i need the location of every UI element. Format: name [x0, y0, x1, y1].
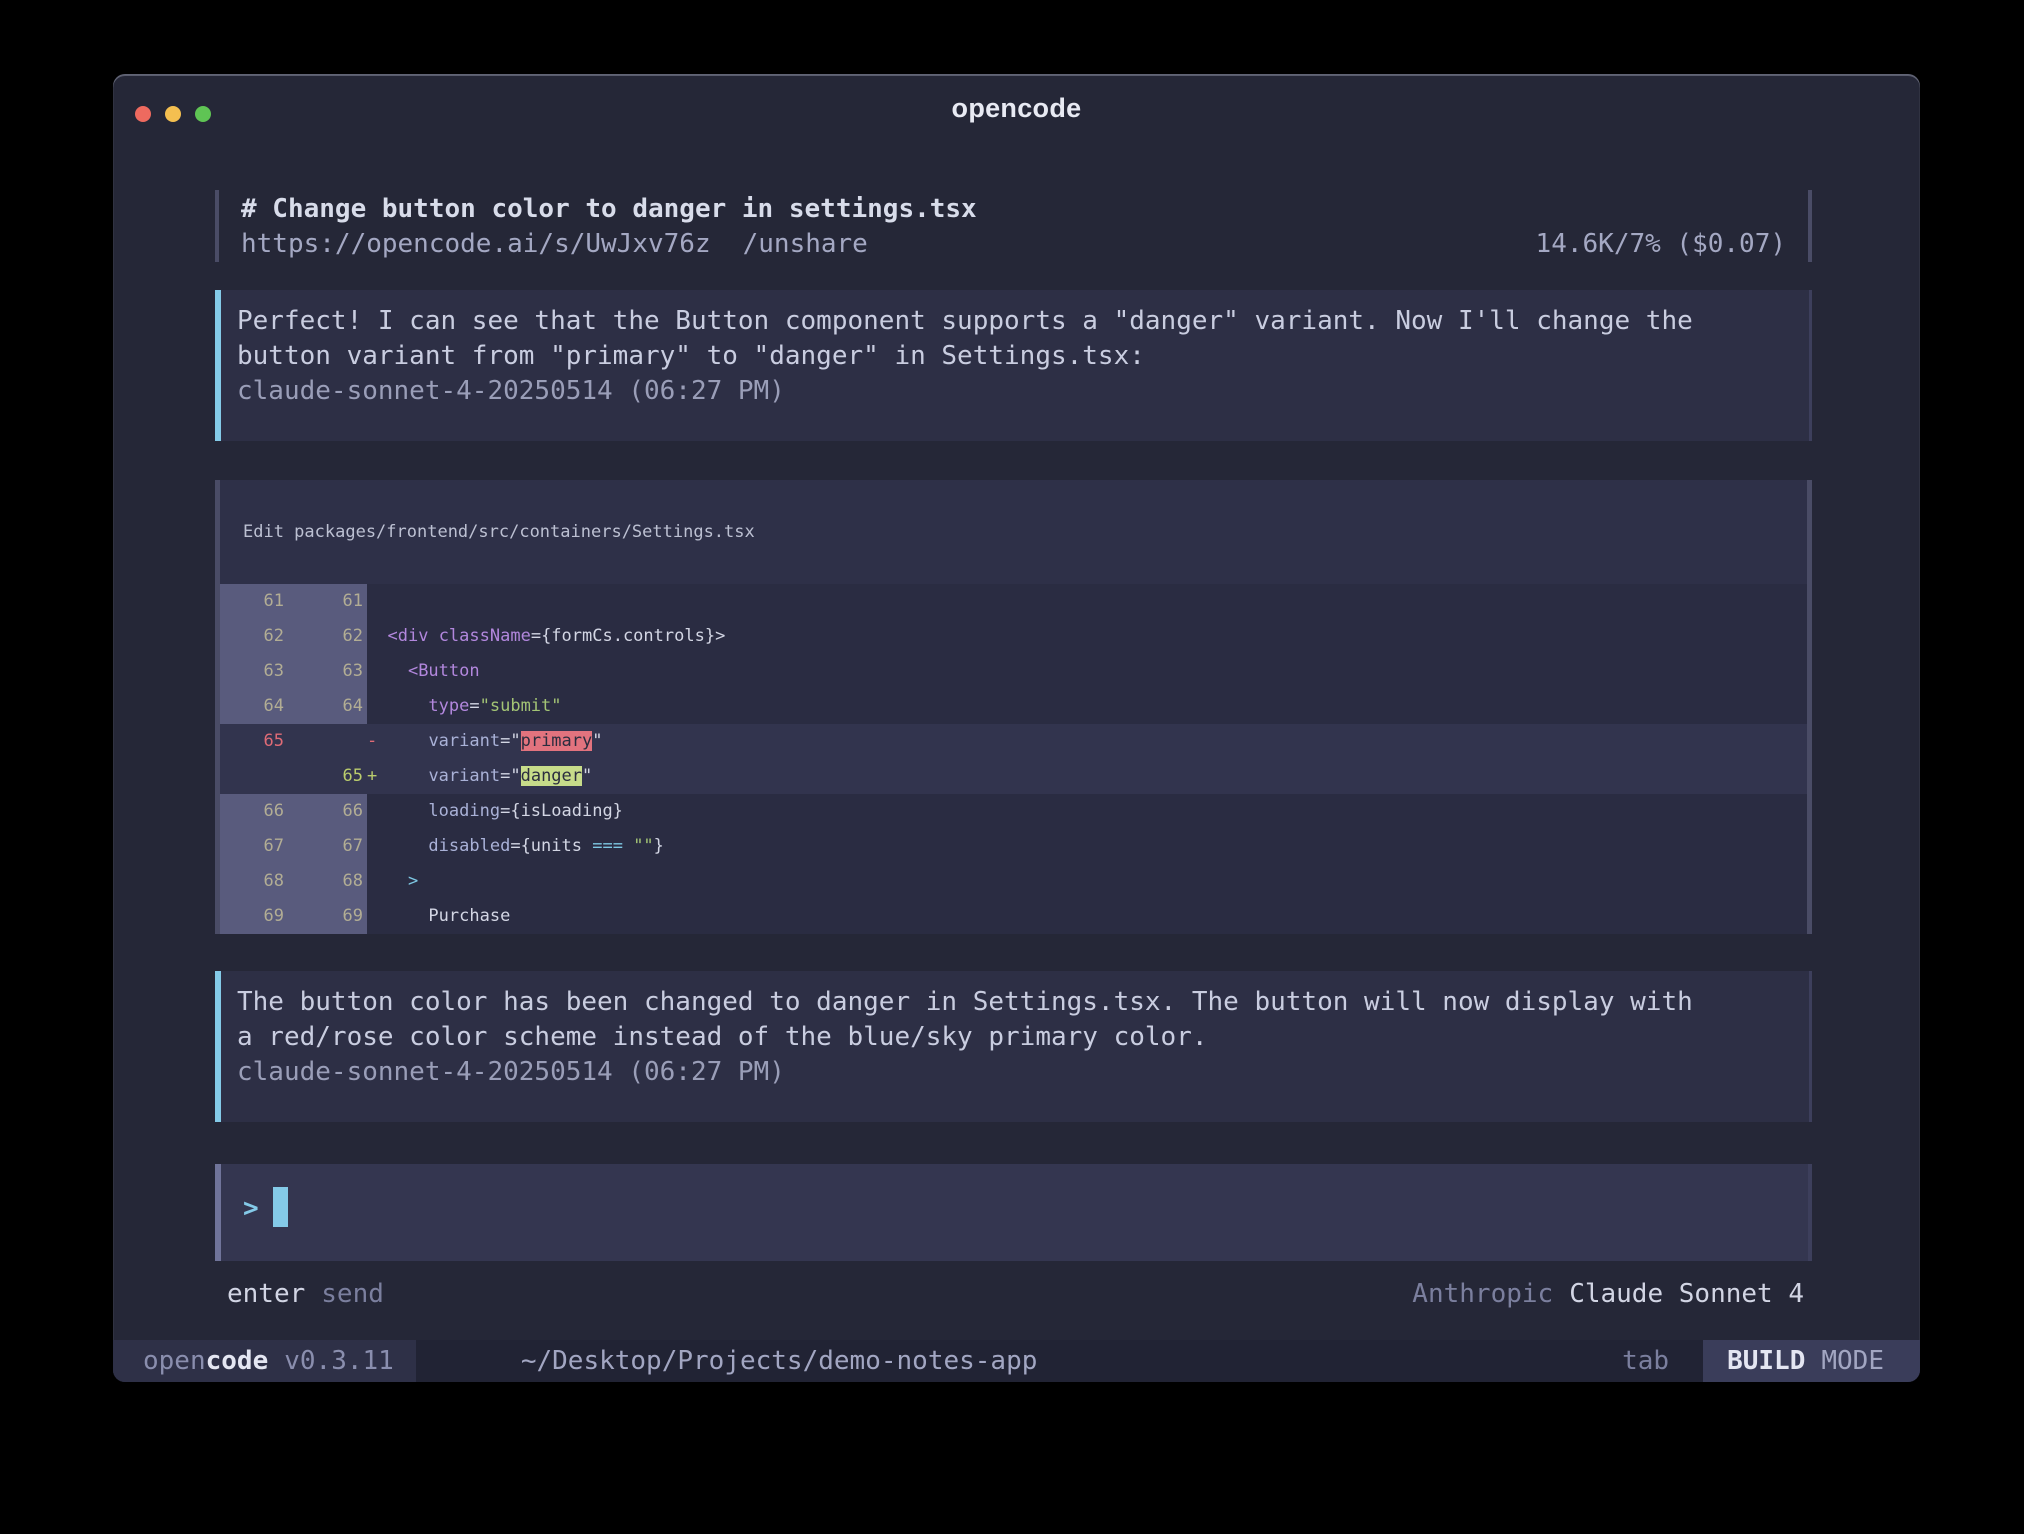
message-text: Perfect! I can see that the Button compo… — [237, 304, 1789, 374]
session-share-url[interactable]: https://opencode.ai/s/UwJxv76z — [241, 229, 711, 259]
text-cursor — [273, 1187, 288, 1227]
line-number-old: 65 — [220, 724, 292, 759]
line-number-old: 61 — [220, 584, 292, 619]
line-number-old: 66 — [220, 794, 292, 829]
close-button[interactable] — [135, 106, 151, 122]
line-number-old: 68 — [220, 864, 292, 899]
diff-card: Edit packages/frontend/src/containers/Se… — [215, 480, 1812, 934]
model-hint: Anthropic Claude Sonnet 4 — [1412, 1279, 1804, 1309]
line-number-old: 62 — [220, 619, 292, 654]
line-number-old: 69 — [220, 899, 292, 934]
code-line: type="submit" — [367, 689, 1807, 724]
line-number-new: 61 — [292, 584, 367, 619]
message-text: The button color has been changed to dan… — [237, 985, 1789, 1055]
zoom-button[interactable] — [195, 106, 211, 122]
diff-row: 6464 type="submit" — [220, 689, 1807, 724]
app-name-open: open — [143, 1346, 206, 1376]
diff-title: Edit packages/frontend/src/containers/Se… — [220, 480, 1807, 584]
prompt-input[interactable]: > — [215, 1164, 1812, 1261]
line-number-new: 68 — [292, 864, 367, 899]
line-number-old: 64 — [220, 689, 292, 724]
unshare-command: /unshare — [743, 229, 868, 259]
line-number-old: 67 — [220, 829, 292, 864]
enter-hint: enter send — [227, 1279, 384, 1309]
status-bar: opencode v0.3.11 ~/Desktop/Projects/demo-… — [113, 1340, 1920, 1382]
context-stats: 14.6K/7% ($0.07) — [1536, 227, 1786, 261]
line-number-new: 67 — [292, 829, 367, 864]
assistant-message-2: The button color has been changed to dan… — [215, 971, 1812, 1122]
diff-row: 6767 disabled={units === ""} — [220, 829, 1807, 864]
tab-key-hint[interactable]: tab — [1622, 1346, 1669, 1376]
line-number-new: 66 — [292, 794, 367, 829]
diff-row: 6868 > — [220, 864, 1807, 899]
mode-badge: BUILD MODE — [1703, 1340, 1920, 1382]
line-number-new: 63 — [292, 654, 367, 689]
line-number-new: 64 — [292, 689, 367, 724]
line-number-old — [220, 759, 292, 794]
code-line — [367, 584, 1807, 619]
footer-hints: enter send Anthropic Claude Sonnet 4 — [215, 1279, 1812, 1309]
app-version: v0.3.11 — [284, 1346, 394, 1376]
message-meta: claude-sonnet-4-20250514 (06:27 PM) — [237, 1055, 1789, 1090]
prompt-symbol: > — [243, 1194, 259, 1224]
code-line: Purchase — [367, 899, 1807, 934]
enter-key-label: enter — [227, 1279, 305, 1309]
code-line: - variant="primary" — [367, 724, 1807, 759]
window-titlebar: opencode — [113, 74, 1920, 142]
line-number-new: 65 — [292, 759, 367, 794]
diff-row: 65 - variant="primary" — [220, 724, 1807, 759]
diff-row: 6666 loading={isLoading} — [220, 794, 1807, 829]
code-line: + variant="danger" — [367, 759, 1807, 794]
app-window: opencode # Change button color to danger… — [113, 74, 1920, 1382]
code-line: <div className={formCs.controls}> — [367, 619, 1807, 654]
line-number-old: 63 — [220, 654, 292, 689]
line-number-new: 62 — [292, 619, 367, 654]
line-number-new: 69 — [292, 899, 367, 934]
provider-label: Anthropic — [1412, 1279, 1553, 1309]
line-number-new — [292, 724, 367, 759]
send-label: send — [321, 1279, 384, 1309]
diff-row: 6969 Purchase — [220, 899, 1807, 934]
build-label: BUILD — [1727, 1346, 1805, 1376]
diff-row: 65+ variant="danger" — [220, 759, 1807, 794]
working-directory: ~/Desktop/Projects/demo-notes-app — [521, 1346, 1038, 1376]
model-label: Claude Sonnet 4 — [1569, 1279, 1804, 1309]
code-line: <Button — [367, 654, 1807, 689]
code-line: loading={isLoading} — [367, 794, 1807, 829]
code-line: disabled={units === ""} — [367, 829, 1807, 864]
session-subheader: https://opencode.ai/s/UwJxv76z/unshare 1… — [241, 227, 1786, 261]
code-line: > — [367, 864, 1807, 899]
session-header: # Change button color to danger in setti… — [215, 190, 1812, 262]
session-share-row: https://opencode.ai/s/UwJxv76z/unshare — [241, 227, 868, 261]
traffic-lights — [135, 106, 211, 122]
diff-row: 6363 <Button — [220, 654, 1807, 689]
main-content: # Change button color to danger in setti… — [215, 142, 1812, 1382]
session-title: # Change button color to danger in setti… — [241, 191, 1786, 227]
app-name-badge: opencode v0.3.11 — [113, 1340, 416, 1382]
diff-row: 6161 — [220, 584, 1807, 619]
diff-row: 6262 <div className={formCs.controls}> — [220, 619, 1807, 654]
mode-label: MODE — [1821, 1346, 1884, 1376]
diff-rows: 61616262 <div className={formCs.controls… — [220, 584, 1807, 934]
assistant-message-1: Perfect! I can see that the Button compo… — [215, 290, 1812, 441]
window-title: opencode — [952, 93, 1082, 124]
message-meta: claude-sonnet-4-20250514 (06:27 PM) — [237, 374, 1789, 409]
app-name-code: code — [206, 1346, 269, 1376]
minimize-button[interactable] — [165, 106, 181, 122]
